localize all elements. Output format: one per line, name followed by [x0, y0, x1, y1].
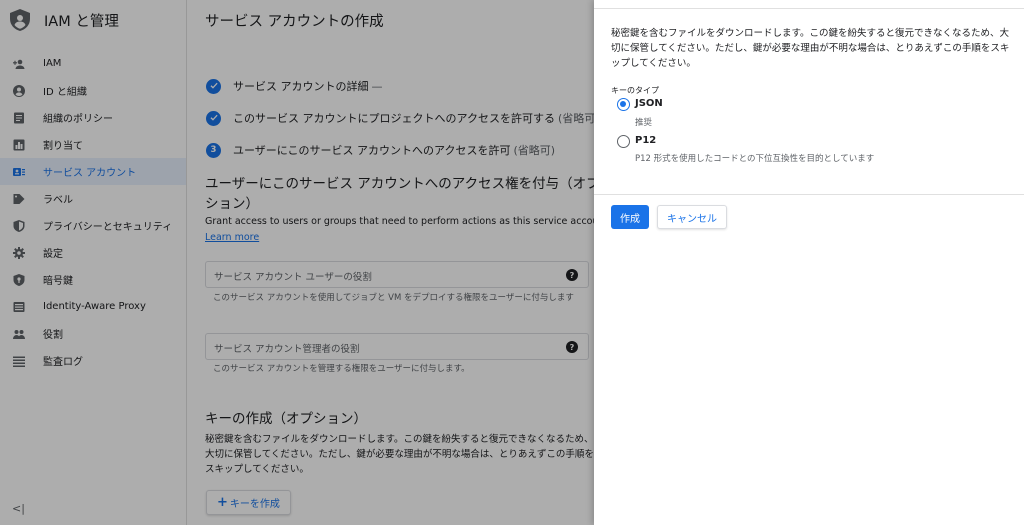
radio-json-sub: 推奨: [635, 118, 653, 128]
cancel-button[interactable]: キャンセル: [657, 205, 727, 229]
panel-divider: [594, 194, 1024, 195]
radio-p12-sub: P12 形式を使用したコードとの下位互換性を目的としています: [635, 154, 875, 164]
radio-json[interactable]: [617, 98, 630, 111]
create-key-panel: 秘密鍵を含むファイルをダウンロードします。この鍵を紛失すると復元できなくなるため…: [594, 0, 1024, 525]
panel-top-divider: [594, 8, 1024, 9]
panel-description: 秘密鍵を含むファイルをダウンロードします。この鍵を紛失すると復元できなくなるため…: [611, 28, 1010, 69]
radio-json-label[interactable]: JSON: [635, 98, 663, 109]
radio-p12-label[interactable]: P12: [635, 135, 656, 146]
radio-p12[interactable]: [617, 135, 630, 148]
modal-scrim[interactable]: [0, 0, 594, 525]
key-type-label: キーのタイプ: [611, 86, 659, 95]
create-button[interactable]: 作成: [611, 205, 649, 229]
